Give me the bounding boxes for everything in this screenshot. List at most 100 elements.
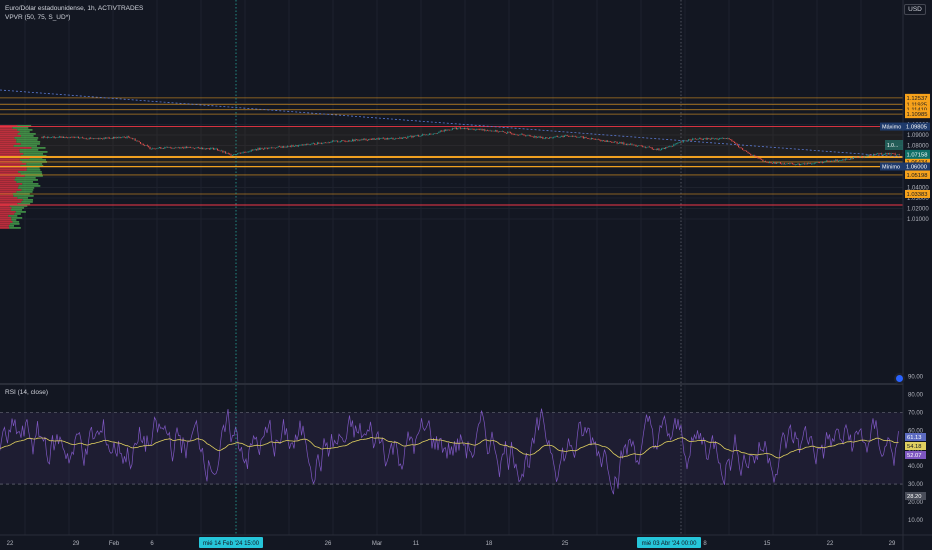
candle-down [481,128,483,131]
candle-up [391,137,393,139]
candle-up [549,137,551,139]
candle-down [414,135,416,137]
candle-down [690,139,692,141]
candle-down [107,137,109,139]
candle-up [638,145,640,147]
candle-up [389,138,391,139]
candle-down [183,147,185,149]
candle-down [292,145,294,147]
candle-down [827,160,829,162]
candle-up [558,136,560,138]
candle-up [106,137,108,139]
candle-down [766,161,768,163]
candle-down [188,146,190,148]
time-label: 26 [325,541,332,547]
candle-down [869,154,871,156]
candle-up [439,130,441,132]
candle-down [493,130,495,132]
rsi-axis: 90.0080.0070.0060.0050.0040.0030.0020.00… [905,375,926,524]
candle-down [744,150,746,152]
time-label: 18 [486,541,493,547]
volume-bar-up [8,215,18,217]
candle-down [886,153,888,155]
candle-down [574,136,576,137]
candle-down [357,139,359,141]
candle-down [508,131,510,133]
candle-down [455,127,457,130]
candle-up [311,143,313,145]
volume-bar-up [18,171,42,173]
candle-down [83,137,85,139]
candle-up [412,135,414,138]
candle-down [779,162,781,164]
candle-down [817,162,819,163]
candle-down [218,150,220,151]
currency-button[interactable]: USD [904,4,926,15]
vpvr-legend[interactable]: VPVR (50, 75, S_UD*) [5,14,70,21]
candle-down [681,141,683,143]
volume-bar-down [0,221,13,223]
candle-up [250,149,252,152]
candle-up [254,149,256,150]
candle-down [140,142,142,144]
candle-down [130,137,132,139]
candle-down [694,138,696,140]
candle-down [123,136,125,138]
candle-down [858,157,860,158]
current-price: 1.07158 [907,152,928,158]
rsi-value: 52.07 [907,453,922,459]
candle-up [867,154,869,156]
candle-up [879,153,881,155]
candle-up [55,137,56,139]
candle-up [96,138,98,139]
candle-up [136,140,137,142]
candle-up [885,153,887,155]
candle-up [534,136,536,138]
candle-down [597,139,599,140]
candle-up [470,128,472,130]
volume-bar-up [17,129,33,131]
candle-down [202,147,204,150]
rsi-tick: 20.00 [908,500,924,506]
candle-down [98,138,100,140]
candle-down [581,136,583,138]
candle-down [712,138,714,139]
trading-chart[interactable]: 1.120001.110001.100001.090001.080001.070… [0,0,932,550]
candle-down [333,140,335,142]
candle-up [796,164,798,166]
candle-up [75,137,77,138]
candle-down [626,143,628,145]
candle-down [798,163,800,166]
candle-up [489,130,491,132]
candle-up [801,163,803,165]
rsi-value: 54.18 [907,444,922,450]
candle-down [472,128,474,130]
candle-down [349,140,351,142]
time-axis[interactable]: 2229Feb61226Mar1118258152229mié 14 Feb '… [0,534,932,548]
candle-down [754,155,756,157]
candle-up [686,140,688,142]
candle-down [770,162,772,164]
clock-icon[interactable] [894,373,905,384]
volume-bar-up [22,183,39,185]
candle-down [708,138,710,140]
candle-down [441,130,443,132]
candle-up [410,135,412,137]
chart-canvas[interactable]: 1.120001.110001.100001.090001.080001.070… [0,0,932,550]
candle-down [509,132,511,134]
candle-up [196,147,198,148]
volume-bar-up [26,163,43,165]
symbol-title[interactable]: Euro/Dólar estadounidense, 1h, ACTIVTRAD… [5,5,143,12]
candle-down [160,147,162,149]
candle-up [561,135,563,137]
candle-up [268,147,270,149]
candle-up [184,146,186,149]
candle-down [488,130,490,132]
candle-down [856,156,858,158]
candle-down [843,159,845,161]
candle-down [759,158,761,160]
rsi-legend[interactable]: RSI (14, close) [5,389,48,396]
candle-up [636,145,638,147]
candle-down [528,135,530,136]
candle-down [337,140,339,142]
